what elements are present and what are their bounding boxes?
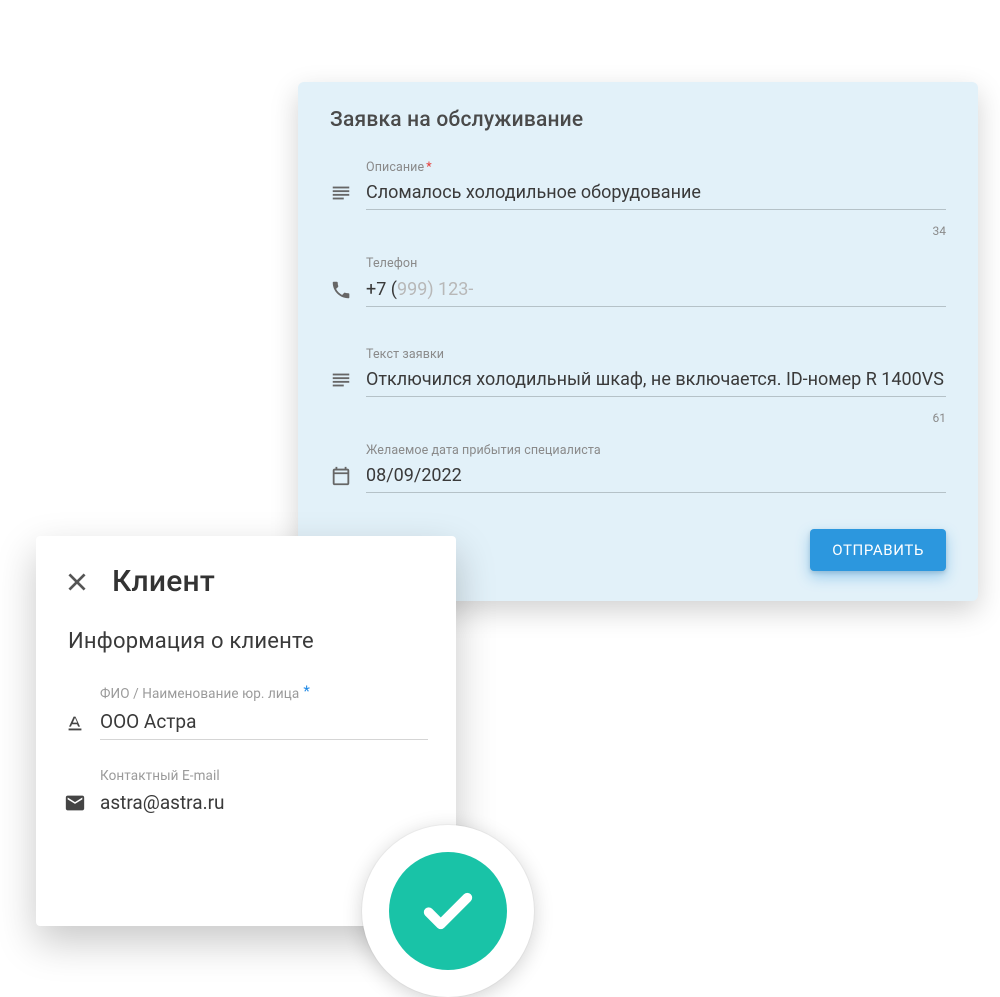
service-request-card: Заявка на обслуживание Описание* 34 Теле… bbox=[298, 82, 978, 601]
request-text-label: Текст заявки bbox=[366, 347, 946, 363]
client-section-title: Информация о клиенте bbox=[64, 629, 428, 654]
client-email-field: Контактный E-mail bbox=[64, 768, 428, 821]
phone-field: Телефон +7 (999) 123- bbox=[330, 256, 946, 306]
desired-date-label: Желаемое дата прибытия специалиста bbox=[366, 443, 946, 459]
close-icon[interactable] bbox=[64, 569, 90, 595]
text-lines-icon bbox=[330, 369, 352, 391]
request-text-input[interactable] bbox=[366, 365, 946, 397]
required-star-icon: * bbox=[303, 682, 310, 700]
client-email-input[interactable] bbox=[100, 787, 428, 820]
required-star-icon: * bbox=[426, 160, 431, 175]
service-request-title: Заявка на обслуживание bbox=[330, 108, 946, 132]
desired-date-input[interactable] bbox=[366, 461, 946, 493]
client-header: Клиент bbox=[64, 564, 428, 599]
submit-button[interactable]: ОТПРАВИТЬ bbox=[810, 529, 946, 571]
phone-label: Телефон bbox=[366, 256, 946, 272]
success-badge bbox=[362, 825, 534, 997]
description-field: Описание* bbox=[330, 160, 946, 210]
desired-date-field: Желаемое дата прибытия специалиста bbox=[330, 443, 946, 493]
description-label: Описание* bbox=[366, 160, 946, 176]
check-icon bbox=[389, 852, 507, 970]
mail-icon bbox=[64, 792, 86, 814]
client-name-input[interactable] bbox=[100, 706, 428, 740]
text-format-icon bbox=[64, 712, 86, 734]
description-input[interactable] bbox=[366, 178, 946, 210]
text-lines-icon bbox=[330, 182, 352, 204]
phone-typed-value: +7 ( bbox=[366, 279, 397, 300]
description-char-count: 34 bbox=[330, 224, 946, 238]
request-text-field: Текст заявки bbox=[330, 347, 946, 397]
phone-icon bbox=[330, 279, 352, 301]
client-name-field: ФИО / Наименование юр. лица* bbox=[64, 684, 428, 740]
client-panel-title: Клиент bbox=[112, 564, 215, 599]
phone-input[interactable]: +7 (999) 123- bbox=[366, 275, 946, 307]
calendar-icon bbox=[330, 465, 352, 487]
client-email-label: Контактный E-mail bbox=[100, 768, 428, 786]
request-text-char-count: 61 bbox=[330, 411, 946, 425]
client-name-label: ФИО / Наименование юр. лица* bbox=[100, 684, 428, 704]
phone-placeholder-hint: 999) 123- bbox=[397, 279, 473, 300]
